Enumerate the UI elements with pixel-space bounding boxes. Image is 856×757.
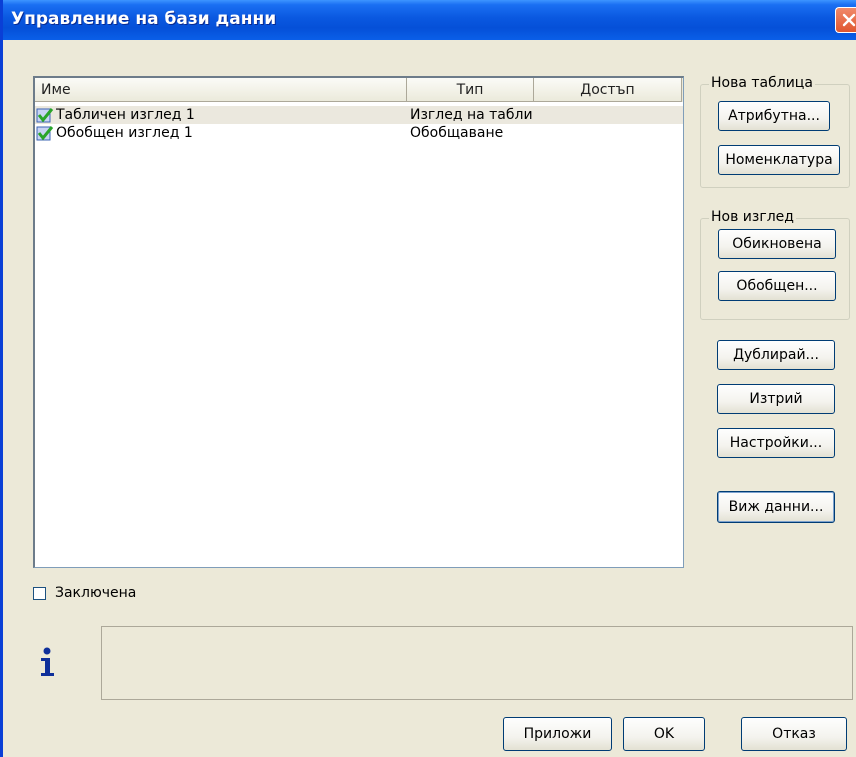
new-view-title: Нов изглед [709,209,796,225]
column-header-access[interactable]: Достъп [534,78,682,102]
view-data-button[interactable]: Виж данни... [717,491,835,523]
duplicate-button[interactable]: Дублирай... [717,340,835,370]
title-bar[interactable]: Управление на бази данни [3,0,856,40]
views-list[interactable]: Име Тип Достъп Табличен изглед 1 Изглед … [33,76,684,568]
row-type: Обобщаване [410,125,504,141]
attribute-table-button[interactable]: Атрибутна... [718,101,830,131]
checkmark-icon [36,126,54,141]
list-item[interactable]: Табличен изглед 1 Изглед на табли [35,106,683,124]
window-title: Управление на бази данни [11,9,277,29]
dialog-window: Управление на бази данни Име Тип Достъп … [0,0,856,757]
close-icon [842,13,856,27]
row-name: Табличен изглед 1 [56,107,195,123]
close-button[interactable] [835,7,856,33]
new-table-group: Нова таблица Атрибутна... Номенклатура [700,75,850,188]
row-name: Обобщен изглед 1 [56,125,193,141]
row-type: Изглед на табли [410,107,533,123]
ordinary-view-button[interactable]: Обикновена [718,229,836,259]
summary-view-button[interactable]: Обобщен... [718,271,836,301]
locked-checkbox[interactable] [33,587,46,600]
locked-label: Заключена [55,585,137,601]
new-view-group: Нов изглед Обикновена Обобщен... [700,209,850,320]
column-header-name[interactable]: Име [35,78,407,102]
list-item[interactable]: Обобщен изглед 1 Обобщаване [35,124,683,142]
apply-button[interactable]: Приложи [503,717,612,751]
info-panel [101,626,853,700]
info-icon [41,647,54,676]
checkmark-icon [36,108,54,123]
settings-button[interactable]: Настройки... [717,428,835,458]
list-header: Име Тип Достъп [35,78,683,102]
ok-button[interactable]: OK [623,717,705,751]
new-table-title: Нова таблица [709,75,815,91]
cancel-button[interactable]: Отказ [741,717,847,751]
delete-button[interactable]: Изтрий [717,384,835,414]
nomenclature-button[interactable]: Номенклатура [718,145,840,175]
column-header-type[interactable]: Тип [407,78,534,102]
